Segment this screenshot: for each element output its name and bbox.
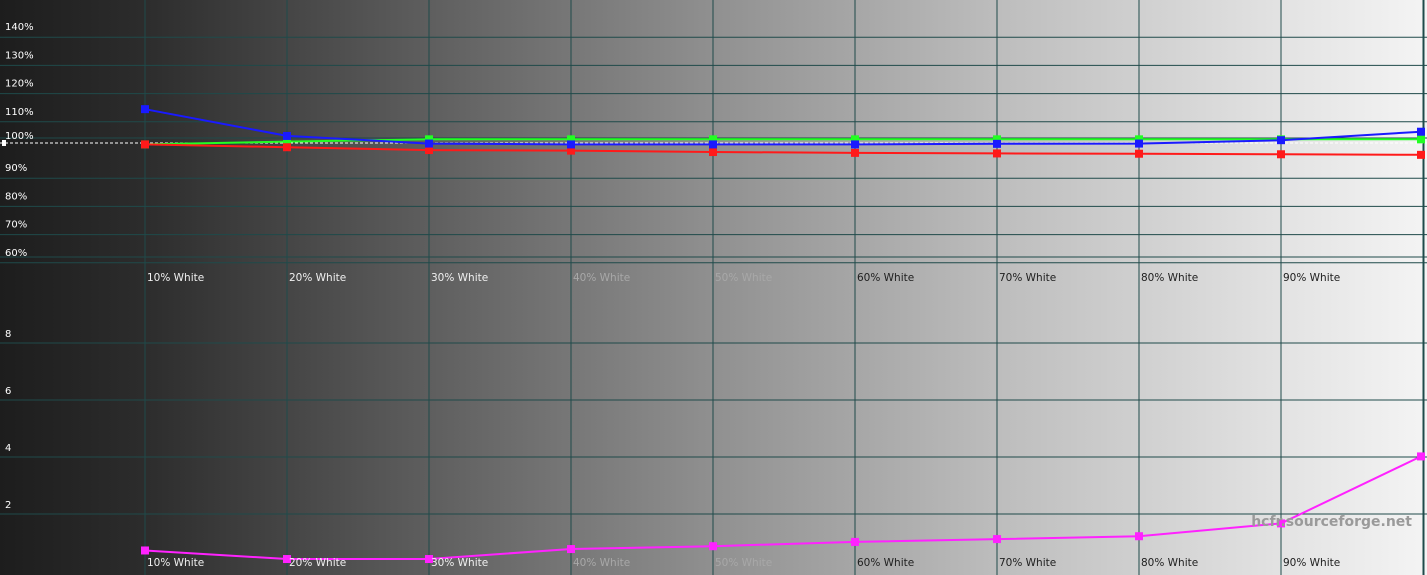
point-red-6 [851, 148, 859, 157]
point-blue-1 [141, 105, 149, 114]
y-tick-bottom-3: 2 [5, 500, 11, 511]
point-magenta-4 [567, 545, 575, 554]
x-tick-bottom-9: 90% White [1283, 557, 1340, 569]
point-red-10 [1417, 150, 1425, 159]
y-tick-top-4: 100% [5, 131, 34, 142]
point-red-8 [1135, 149, 1143, 158]
point-magenta-7 [993, 535, 1001, 544]
y-tick-top-1: 130% [5, 50, 34, 61]
y-tick-top-0: 140% [5, 22, 34, 33]
point-magenta-6 [851, 537, 859, 546]
x-tick-top-9: 90% White [1283, 272, 1340, 284]
y-tick-bottom-1: 6 [5, 386, 11, 397]
point-green-10 [1417, 135, 1425, 144]
x-tick-top-6: 60% White [857, 272, 914, 284]
x-tick-top-2: 20% White [289, 272, 346, 284]
y-tick-top-8: 60% [5, 248, 27, 259]
point-magenta-8 [1135, 532, 1143, 541]
watermark: hcfr.sourceforge.net [1251, 514, 1412, 530]
point-magenta-5 [709, 542, 717, 551]
point-red-9 [1277, 150, 1285, 159]
y-tick-top-7: 70% [5, 220, 27, 231]
x-tick-bottom-3: 30% White [431, 557, 488, 569]
x-tick-top-5: 50% White [715, 272, 772, 284]
point-magenta-1 [141, 546, 149, 555]
x-tick-bottom-2: 20% White [289, 557, 346, 569]
x-tick-bottom-1: 10% White [147, 557, 204, 569]
x-tick-top-7: 70% White [999, 272, 1056, 284]
x-tick-top-3: 30% White [431, 272, 488, 284]
point-magenta-10 [1417, 452, 1425, 461]
point-red-5 [709, 148, 717, 157]
point-blue-5 [709, 140, 717, 149]
x-tick-bottom-5: 50% White [715, 557, 772, 569]
x-tick-top-1: 10% White [147, 272, 204, 284]
y-tick-bottom-0: 8 [5, 329, 11, 340]
y-tick-top-5: 90% [5, 163, 27, 174]
point-blue-7 [993, 139, 1001, 148]
point-blue-3 [425, 139, 433, 148]
y-tick-top-3: 110% [5, 107, 34, 118]
x-tick-top-4: 40% White [573, 272, 630, 284]
point-blue-2 [283, 131, 291, 140]
point-blue-6 [851, 140, 859, 149]
point-red-7 [993, 149, 1001, 158]
y-tick-top-2: 120% [5, 79, 34, 90]
y-tick-bottom-2: 4 [5, 443, 11, 454]
point-red-1 [141, 140, 149, 149]
x-tick-bottom-6: 60% White [857, 557, 914, 569]
y-tick-top-6: 80% [5, 191, 27, 202]
x-tick-bottom-8: 80% White [1141, 557, 1198, 569]
point-blue-9 [1277, 136, 1285, 145]
x-tick-bottom-4: 40% White [573, 557, 630, 569]
chart-window: 140% 130% 120% 110% 100% 90% 80% 70% 60% 8 6 4 2 10% … [0, 0, 1427, 575]
grayscale-chart: 140% 130% 120% 110% 100% 90% 80% 70% 60% 8 6 4 2 10% … [0, 0, 1427, 575]
point-blue-4 [567, 140, 575, 149]
x-tick-bottom-7: 70% White [999, 557, 1056, 569]
point-red-2 [283, 143, 291, 152]
point-blue-10 [1417, 127, 1425, 136]
point-blue-8 [1135, 139, 1143, 148]
x-tick-top-8: 80% White [1141, 272, 1198, 284]
